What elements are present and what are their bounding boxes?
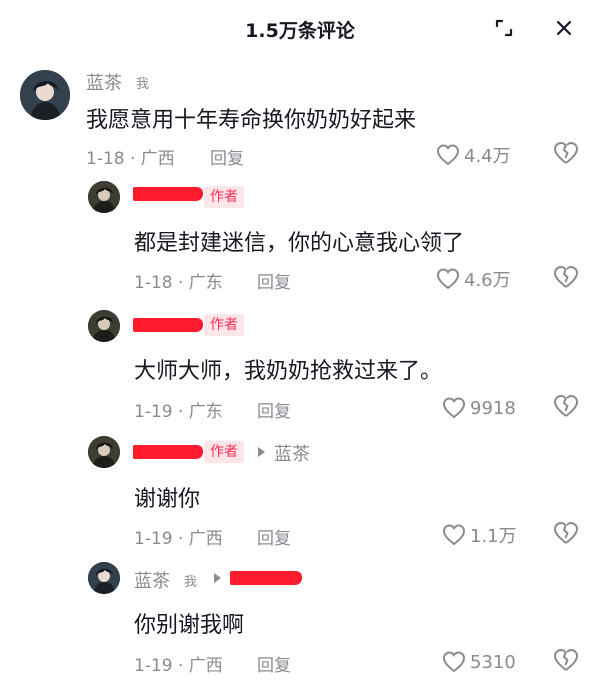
- author-tag: 作者: [204, 186, 244, 208]
- expand-icon: [495, 19, 513, 37]
- reply-item: 作者 都是封建迷信，你的心意我心领了 1-18 · 广东 回复 4.6万: [0, 0, 600, 694]
- like-button[interactable]: 1.1万: [442, 521, 517, 549]
- heart-icon: [442, 524, 466, 546]
- like-count: 4.4万: [464, 146, 511, 167]
- like-count: 4.6万: [464, 270, 511, 291]
- author-tag: 作者: [204, 314, 244, 336]
- broken-heart-icon: [554, 266, 578, 288]
- comment-meta: 1-18 · 广西: [86, 149, 175, 169]
- reply-button[interactable]: 回复: [257, 397, 291, 422]
- reply-to-arrow-icon: [258, 447, 265, 457]
- broken-heart-icon: [554, 142, 578, 164]
- redacted-username: [133, 187, 203, 201]
- reply-button[interactable]: 回复: [257, 268, 291, 293]
- comment-meta: 1-18 · 广东: [134, 273, 223, 293]
- like-count: 5310: [470, 651, 516, 673]
- comment-text: 我愿意用十年寿命换你奶奶好起来: [86, 108, 417, 133]
- like-count: 1.1万: [470, 526, 517, 547]
- heart-icon: [442, 397, 466, 419]
- reply-to-arrow-icon: [214, 573, 221, 583]
- broken-heart-icon: [554, 649, 578, 671]
- like-button[interactable]: 4.6万: [436, 265, 511, 293]
- dislike-button[interactable]: [553, 394, 581, 422]
- avatar-image: [88, 181, 120, 213]
- like-button[interactable]: 5310: [442, 648, 516, 676]
- dislike-button[interactable]: [553, 521, 581, 549]
- dislike-button[interactable]: [553, 265, 581, 293]
- like-button[interactable]: 9918: [442, 394, 516, 422]
- like-count: 9918: [470, 397, 516, 419]
- close-icon: [556, 20, 572, 36]
- comment-text: 你别谢我啊: [134, 613, 245, 638]
- reply-item: 作者 大师大师，我奶奶抢救过来了。 1-19 · 广东 回复 9918: [0, 0, 600, 694]
- reply-button[interactable]: 回复: [257, 651, 291, 676]
- redacted-username: [133, 445, 203, 459]
- comment-item: 蓝茶 我 我愿意用十年寿命换你奶奶好起来 1-18 · 广西 回复 4.4万: [0, 0, 600, 694]
- redacted-reply-to-username: [230, 571, 302, 585]
- comment-username[interactable]: 蓝茶: [86, 69, 122, 95]
- heart-icon: [442, 651, 466, 673]
- reply-button[interactable]: 回复: [257, 524, 291, 549]
- close-button[interactable]: [548, 12, 580, 44]
- dislike-button[interactable]: [553, 141, 581, 169]
- avatar-image: [88, 562, 120, 594]
- expand-button[interactable]: [488, 12, 520, 44]
- redacted-username: [133, 318, 203, 332]
- comment-meta: 1-19 · 广东: [134, 402, 223, 422]
- avatar-image: [88, 436, 120, 468]
- broken-heart-icon: [554, 395, 578, 417]
- comment-text: 都是封建迷信，你的心意我心领了: [134, 231, 465, 256]
- avatar[interactable]: [20, 70, 70, 120]
- like-button[interactable]: 4.4万: [436, 141, 511, 169]
- broken-heart-icon: [554, 522, 578, 544]
- comment-text: 谢谢你: [134, 487, 201, 512]
- self-tag: 我: [184, 575, 198, 590]
- avatar[interactable]: [88, 310, 120, 342]
- heart-icon: [436, 144, 460, 166]
- self-tag: 我: [136, 77, 150, 92]
- heart-icon: [436, 268, 460, 290]
- comment-meta: 1-19 · 广西: [134, 656, 223, 676]
- avatar-image: [88, 310, 120, 342]
- dislike-button[interactable]: [553, 648, 581, 676]
- comment-username[interactable]: 蓝茶: [134, 567, 170, 593]
- avatar[interactable]: [88, 562, 120, 594]
- reply-button[interactable]: 回复: [210, 144, 244, 169]
- avatar[interactable]: [88, 181, 120, 213]
- avatar-image: [20, 70, 70, 120]
- reply-item: 蓝茶 我 你别谢我啊 1-19 · 广西 回复 5310: [0, 0, 600, 694]
- avatar[interactable]: [88, 436, 120, 468]
- reply-to-username[interactable]: 蓝茶: [274, 440, 310, 466]
- comment-meta: 1-19 · 广西: [134, 529, 223, 549]
- comments-header: 1.5万条评论: [0, 0, 600, 56]
- comment-text: 大师大师，我奶奶抢救过来了。: [134, 359, 443, 384]
- author-tag: 作者: [204, 441, 244, 463]
- reply-item: 作者 蓝茶 谢谢你 1-19 · 广西 回复 1.1万: [0, 0, 600, 694]
